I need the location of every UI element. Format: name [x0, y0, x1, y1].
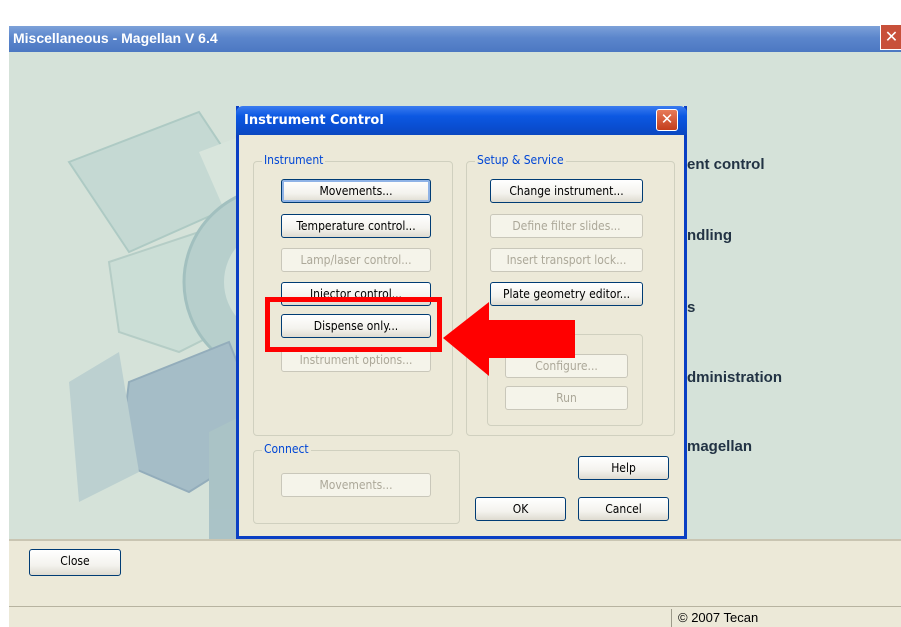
main-title-bar: Miscellaneous - Magellan V 6.4: [9, 26, 901, 52]
status-divider: [671, 609, 672, 627]
cancel-button[interactable]: Cancel: [578, 497, 669, 521]
lamp-laser-control-button[interactable]: Lamp/laser control...: [281, 248, 431, 272]
instrument-group-label: Instrument: [262, 153, 326, 167]
bottom-separator: [9, 539, 901, 541]
dialog-title-bar: Instrument Control ✕: [236, 106, 687, 135]
change-instrument-button[interactable]: Change instrument...: [490, 179, 643, 203]
annotation-highlight-box: [265, 297, 442, 352]
help-button[interactable]: Help: [578, 456, 669, 480]
connect-group-label: Connect: [262, 442, 311, 456]
copyright-text: © 2007 Tecan: [678, 610, 759, 625]
temperature-control-button[interactable]: Temperature control...: [281, 214, 431, 238]
menu-label-magellan[interactable]: magellan: [687, 438, 752, 455]
menu-label-instrument-control[interactable]: ent control: [687, 156, 765, 173]
menu-label-s[interactable]: s: [687, 299, 695, 316]
ok-button[interactable]: OK: [475, 497, 566, 521]
menu-label-handling[interactable]: ndling: [687, 227, 732, 244]
main-close-icon[interactable]: ✕: [880, 24, 901, 50]
status-bar: © 2007 Tecan: [9, 606, 901, 627]
close-button[interactable]: Close: [29, 549, 121, 576]
dialog-close-icon[interactable]: ✕: [656, 109, 678, 131]
connect-movements-button[interactable]: Movements...: [281, 473, 431, 497]
menu-label-administration[interactable]: dministration: [687, 369, 782, 386]
insert-transport-lock-button[interactable]: Insert transport lock...: [490, 248, 643, 272]
red-arrow-icon: [443, 302, 575, 376]
run-button[interactable]: Run: [505, 386, 628, 410]
dialog-title: Instrument Control: [244, 113, 384, 128]
setup-service-group-label: Setup & Service: [475, 153, 566, 167]
main-window-title: Miscellaneous - Magellan V 6.4: [13, 30, 218, 46]
movements-button[interactable]: Movements...: [281, 179, 431, 203]
define-filter-slides-button[interactable]: Define filter slides...: [490, 214, 643, 238]
